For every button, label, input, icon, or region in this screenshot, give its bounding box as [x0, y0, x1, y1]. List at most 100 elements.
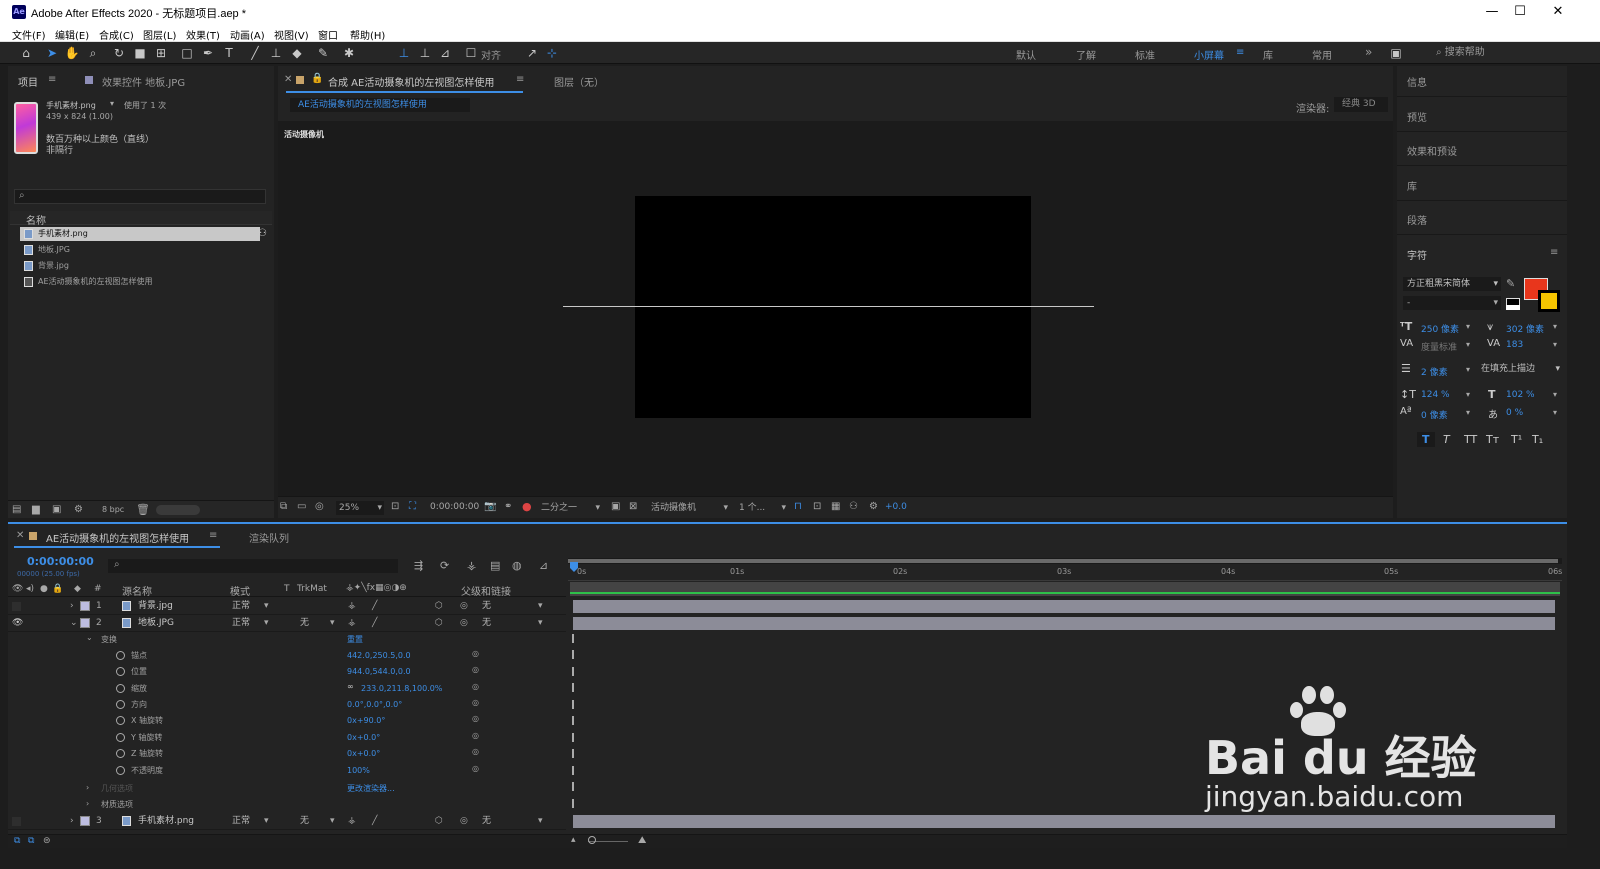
sync-icon[interactable]: ▣ — [1388, 45, 1404, 61]
expression-icon[interactable]: ◎ — [472, 747, 479, 756]
work-area-bar[interactable] — [568, 558, 1562, 564]
eye-icon[interactable]: 👁 — [12, 615, 23, 632]
chevron-down-icon[interactable]: ▾ — [330, 615, 335, 632]
zoom-slider-handle[interactable] — [588, 836, 596, 844]
floor-layer-edge[interactable] — [563, 306, 1094, 307]
small-caps-button[interactable]: Tт — [1486, 433, 1499, 446]
column-name[interactable]: 名称 — [26, 212, 46, 227]
source-name-header[interactable]: 源名称 — [122, 583, 152, 598]
timeline-timecode[interactable]: 0:00:00:00 — [27, 555, 94, 568]
shy-switch-icon[interactable]: ⚶ — [348, 598, 356, 615]
tab-composition[interactable]: 合成 AE活动摄象机的左视图怎样使用 — [328, 74, 494, 89]
exposure-value[interactable]: +0.0 — [885, 502, 907, 512]
puppet-tool-icon[interactable]: ✱ — [341, 45, 357, 61]
font-size-value[interactable]: 250 像素 — [1421, 322, 1459, 335]
label-color[interactable] — [80, 601, 90, 611]
layer-row[interactable]: › 3 手机素材.png 正常 ▾ 无 ▾ ⚶ ╱ ⬡ ◎ 无 ▾ — [8, 813, 566, 830]
tab-project[interactable]: 项目 — [18, 74, 38, 89]
monitor-icon[interactable]: ▭ — [297, 501, 306, 512]
chevron-down-icon[interactable]: ▾ — [538, 598, 543, 615]
project-item[interactable]: AE活动摄象机的左视图怎样使用 — [20, 275, 260, 289]
quality-switch-icon[interactable]: ╱ — [372, 813, 377, 830]
property-value[interactable]: 233.0,211.8,100.0% — [361, 684, 442, 693]
pan-behind-tool-icon[interactable]: ⊞ — [153, 45, 169, 61]
close-tab-icon[interactable]: ✕ — [16, 530, 24, 541]
region-of-interest-icon[interactable]: ▣ — [611, 501, 620, 512]
maximize-button[interactable]: ☐ — [1505, 3, 1535, 21]
chevron-down-icon[interactable]: ▾ — [1466, 390, 1470, 399]
menu-view[interactable]: 视图(V) — [274, 27, 309, 42]
zoom-out-icon[interactable]: ▴ — [571, 835, 576, 845]
stroke-width-value[interactable]: 2 像素 — [1421, 365, 1448, 378]
panel-info[interactable]: 信息 — [1407, 74, 1427, 89]
home-icon[interactable]: ⌂ — [18, 45, 34, 61]
baseline-shift-value[interactable]: 0 像素 — [1421, 408, 1448, 421]
faux-bold-button[interactable]: T — [1422, 433, 1430, 446]
property-value[interactable]: 100% — [347, 766, 370, 775]
mode-dropdown[interactable]: 正常 — [232, 813, 250, 830]
layer-bar[interactable] — [573, 617, 1555, 630]
camera-tool-icon[interactable]: ■ — [132, 45, 148, 61]
chevron-down-icon[interactable]: ▾ — [1466, 408, 1470, 417]
vertical-scale-value[interactable]: 124 % — [1421, 390, 1450, 400]
shy-switch-icon[interactable]: ⚶ — [348, 813, 356, 830]
draft-3d-icon[interactable]: ⟳ — [440, 559, 449, 572]
grid-icon[interactable]: ⛶ — [409, 501, 416, 512]
quality-switch-icon[interactable]: ╱ — [372, 615, 377, 632]
zoom-dropdown[interactable]: 25% ▾ — [336, 501, 384, 515]
stopwatch-icon[interactable] — [116, 684, 125, 693]
project-menu-icon[interactable]: ≡ — [48, 74, 56, 85]
close-button[interactable]: ✕ — [1543, 3, 1573, 21]
workspace-libraries[interactable]: 库 — [1263, 47, 1273, 62]
parent-dropdown[interactable]: 无 — [482, 615, 491, 632]
faux-italic-button[interactable]: T — [1443, 433, 1450, 446]
expression-icon[interactable]: ◎ — [472, 665, 479, 674]
comp-mini-flowchart-icon[interactable]: ⇶ — [414, 559, 423, 572]
property-value[interactable]: 442.0,250.5,0.0 — [347, 651, 411, 660]
property-value[interactable]: 944.0,544.0,0.0 — [347, 667, 411, 676]
expand-chevron-icon[interactable]: › — [70, 813, 74, 830]
fast-preview-icon[interactable]: ⊡ — [813, 501, 821, 512]
local-axis-icon[interactable]: ⊥ — [396, 45, 412, 61]
expand-chevron-icon[interactable]: › — [70, 598, 74, 615]
thumbnail-slider[interactable] — [156, 505, 200, 515]
menu-edit[interactable]: 编辑(E) — [55, 27, 89, 42]
layer-row[interactable]: 👁 ⌄ 2 地板.JPG 正常 ▾ 无 ▾ ⚶ ╱ ⬡ ◎ 无 ▾ — [8, 615, 566, 632]
layer-name[interactable]: 地板.JPG — [138, 615, 174, 632]
viewer-timecode[interactable]: 0:00:00:00 — [430, 502, 479, 512]
tab-effect-controls[interactable]: 效果控件 地板.JPG — [102, 74, 185, 89]
lock-icon[interactable]: 🔒 — [311, 73, 323, 84]
reset-exposure-icon[interactable]: ⚙ — [869, 501, 878, 512]
toggle-modes-icon[interactable]: ⧉ — [28, 836, 34, 846]
mask-visibility-icon[interactable]: ◎ — [315, 501, 324, 512]
minimize-button[interactable]: — — [1477, 3, 1507, 21]
change-renderer-link[interactable]: 更改渲染器... — [347, 783, 395, 794]
collapse-chevron-icon[interactable]: ⌄ — [70, 615, 78, 632]
menu-layer[interactable]: 图层(L) — [143, 27, 176, 42]
font-family-dropdown[interactable]: 方正粗黑宋简体 ▾ — [1403, 277, 1501, 291]
horizontal-scale-value[interactable]: 102 % — [1506, 390, 1535, 400]
leading-value[interactable]: 302 像素 — [1506, 322, 1544, 335]
layer-name[interactable]: 手机素材.png — [138, 813, 194, 830]
composition-frame[interactable] — [635, 196, 1031, 418]
expression-icon[interactable]: ◎ — [472, 714, 479, 723]
menu-help[interactable]: 帮助(H) — [350, 27, 385, 42]
chevron-down-icon[interactable]: ▾ — [1553, 322, 1557, 331]
chevron-down-icon[interactable]: ▾ — [330, 813, 335, 830]
panel-libraries[interactable]: 库 — [1407, 178, 1417, 193]
workspace-small-screen[interactable]: 小屏幕 — [1194, 47, 1224, 62]
pickwhip-icon[interactable]: ◎ — [460, 598, 468, 615]
geometry-options-label[interactable]: 几何选项 — [101, 783, 133, 794]
frame-blending-icon[interactable]: ▤ — [490, 559, 500, 572]
tab-timeline-comp[interactable]: AE活动摄象机的左视图怎样使用 — [46, 530, 189, 545]
kerning-value[interactable]: 度量标准 — [1421, 340, 1457, 353]
all-caps-button[interactable]: TT — [1464, 433, 1477, 446]
panel-preview[interactable]: 预览 — [1407, 109, 1427, 124]
pickwhip-icon[interactable]: ◎ — [460, 615, 468, 632]
stopwatch-icon[interactable] — [116, 749, 125, 758]
menu-window[interactable]: 窗口 — [318, 27, 338, 42]
transform-label[interactable]: 变换 — [101, 634, 117, 645]
chevron-down-icon[interactable]: ▾ — [1466, 340, 1470, 349]
layer-search-input[interactable]: ⌕ — [108, 559, 398, 573]
panel-paragraph[interactable]: 段落 — [1407, 212, 1427, 227]
